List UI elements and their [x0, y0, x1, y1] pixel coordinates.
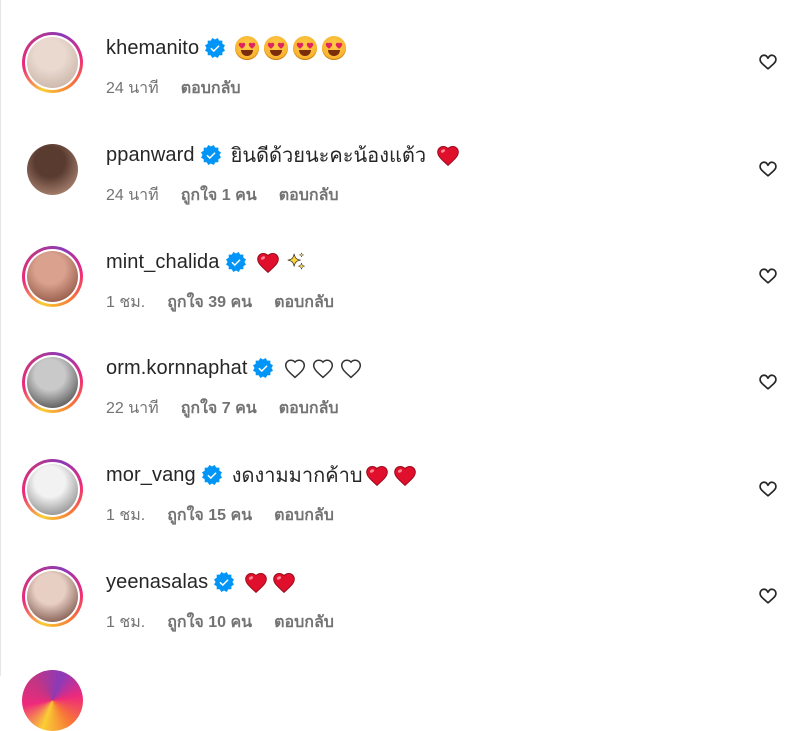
reply-button[interactable]: ตอบกลับ: [279, 183, 339, 208]
avatar[interactable]: [22, 352, 83, 413]
comment-item: yeenasalas 1 ชม. ถูกใจ 10 คน ตอบกลับ: [0, 566, 800, 673]
avatar-image: [27, 37, 78, 88]
comment-text: งดงามมากค้าบ: [232, 459, 421, 491]
username-link[interactable]: mor_vang: [106, 464, 196, 487]
comment-item: ppanward ยินดีด้วยนะคะน้องแต้ว 24 นาที ถูกใ…: [0, 139, 800, 246]
comment-text: ยินดีด้วยนะคะน้องแต้ว: [231, 139, 464, 171]
avatar[interactable]: [22, 139, 83, 200]
red-heart-emoji-icon: [273, 572, 295, 593]
like-heart-icon[interactable]: [758, 479, 778, 499]
avatar-image: [27, 357, 78, 408]
sparkles-emoji-icon: [287, 252, 305, 270]
white-heart-emoji-icon: [341, 359, 362, 379]
heart-eyes-emoji-icon: [235, 36, 260, 60]
like-heart-icon[interactable]: [758, 266, 778, 286]
comment-likes-count[interactable]: ถูกใจ 10 คน: [167, 610, 252, 635]
comment-likes-count[interactable]: ถูกใจ 7 คน: [181, 396, 257, 421]
username-link[interactable]: yeenasalas: [106, 571, 208, 594]
comment-timestamp[interactable]: 24 นาที: [106, 183, 159, 208]
comment-item: orm.kornnaphat 22 นาที ถูกใจ 7 คน ตอบกลับ: [0, 352, 800, 459]
verified-badge-icon: [253, 358, 274, 378]
red-heart-emoji-icon: [437, 145, 459, 166]
comment-item: mint_chalida 1 ชม. ถูกใจ 39 คน ตอบกลับ: [0, 246, 800, 353]
like-heart-icon[interactable]: [758, 586, 778, 606]
red-heart-emoji-icon: [245, 572, 267, 593]
verified-badge-icon: [225, 252, 246, 272]
comment-text: [283, 357, 367, 379]
comment-timestamp[interactable]: 1 ชม.: [106, 610, 145, 635]
comment-timestamp[interactable]: 1 ชม.: [106, 290, 145, 315]
verified-badge-icon: [205, 38, 226, 58]
reply-button[interactable]: ตอบกลับ: [181, 76, 241, 101]
avatar[interactable]: [22, 566, 83, 627]
verified-badge-icon: [201, 465, 222, 485]
white-heart-emoji-icon: [285, 359, 306, 379]
avatar-partial[interactable]: [22, 670, 83, 731]
username-link[interactable]: mint_chalida: [106, 251, 220, 274]
verified-badge-icon: [200, 145, 221, 165]
avatar[interactable]: [22, 246, 83, 307]
reply-button[interactable]: ตอบกลับ: [274, 290, 334, 315]
red-heart-emoji-icon: [365, 465, 388, 486]
comment-likes-count[interactable]: ถูกใจ 15 คน: [167, 503, 252, 528]
avatar[interactable]: [22, 459, 83, 520]
comment-likes-count[interactable]: ถูกใจ 1 คน: [181, 183, 257, 208]
comment-text: [235, 36, 351, 60]
avatar-image: [27, 144, 78, 195]
avatar-image: [27, 571, 78, 622]
heart-eyes-emoji-icon: [293, 36, 318, 60]
avatar-image: [27, 464, 78, 515]
comment-text-content: งดงามมากค้าบ: [231, 465, 363, 487]
comment-item: mor_vang งดงามมากค้าบ 1 ชม. ถูกใจ 15 คน ตอบก…: [0, 459, 800, 566]
username-link[interactable]: orm.kornnaphat: [106, 357, 247, 380]
like-heart-icon[interactable]: [758, 52, 778, 72]
comment-text-content: ยินดีด้วยนะคะน้องแต้ว: [230, 145, 427, 167]
avatar-image: [27, 251, 78, 302]
comment-text: [256, 251, 312, 273]
comment-likes-count[interactable]: ถูกใจ 39 คน: [167, 290, 252, 315]
username-link[interactable]: ppanward: [106, 144, 195, 167]
white-heart-emoji-icon: [313, 359, 334, 379]
comment-timestamp[interactable]: 22 นาที: [106, 396, 159, 421]
reply-button[interactable]: ตอบกลับ: [274, 503, 334, 528]
username-link[interactable]: khemanito: [106, 37, 199, 60]
like-heart-icon[interactable]: [758, 372, 778, 392]
heart-eyes-emoji-icon: [264, 36, 289, 60]
red-heart-emoji-icon: [393, 465, 416, 486]
verified-badge-icon: [214, 572, 235, 592]
comment-timestamp[interactable]: 1 ชม.: [106, 503, 145, 528]
reply-button[interactable]: ตอบกลับ: [279, 396, 339, 421]
red-heart-emoji-icon: [256, 252, 279, 273]
comment-item: khemanito 24 นาที ตอบกลับ: [0, 32, 800, 139]
like-heart-icon[interactable]: [758, 159, 778, 179]
avatar[interactable]: [22, 32, 83, 93]
comment-text: [244, 571, 300, 593]
reply-button[interactable]: ตอบกลับ: [274, 610, 334, 635]
heart-eyes-emoji-icon: [322, 36, 347, 60]
comment-timestamp[interactable]: 24 นาที: [106, 76, 159, 101]
